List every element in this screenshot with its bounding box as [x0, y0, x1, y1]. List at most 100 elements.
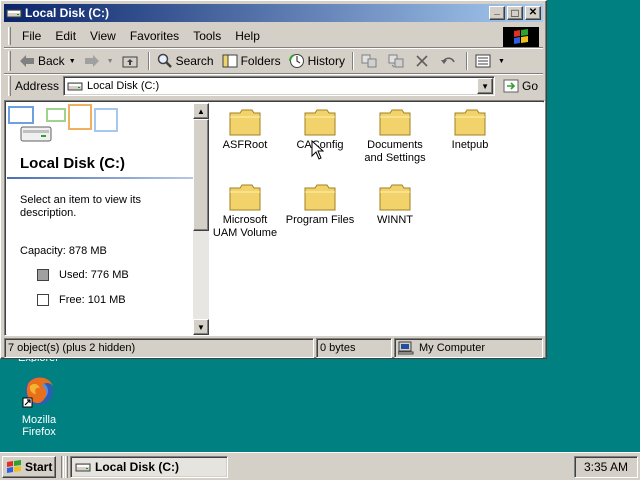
info-pane-scrollbar[interactable]: ▲ ▼ [193, 103, 209, 335]
menu-grip[interactable] [8, 27, 11, 45]
toolbar-separator-3 [465, 52, 468, 70]
firefox-icon [22, 377, 53, 408]
menu-edit[interactable]: Edit [48, 29, 83, 43]
status-zone-text: My Computer [419, 342, 486, 354]
menu-help[interactable]: Help [228, 29, 267, 43]
menu-file[interactable]: File [15, 29, 48, 43]
start-label: Start [25, 460, 53, 474]
maximize-icon: □ [511, 6, 519, 20]
used-swatch [37, 269, 49, 281]
folder-icon [304, 184, 336, 211]
drive-icon [67, 82, 83, 91]
drive-icon [75, 463, 91, 472]
folder-label: Program Files [285, 214, 355, 226]
move-to-icon [361, 54, 377, 68]
maximize-button[interactable]: □ [507, 6, 523, 20]
address-field[interactable]: Local Disk (C:) ▼ [63, 76, 496, 96]
folder-icon [454, 109, 486, 136]
menu-tools[interactable]: Tools [186, 29, 228, 43]
back-label: Back [38, 54, 65, 68]
folder-icon [304, 109, 336, 136]
menu-favorites[interactable]: Favorites [123, 29, 186, 43]
folder-icon [229, 109, 261, 136]
views-icon [475, 54, 491, 68]
folder-program-files[interactable]: Program Files [284, 182, 356, 227]
mouse-cursor-icon [311, 140, 324, 160]
back-button[interactable]: Back ▼ [15, 51, 80, 71]
views-dropdown-icon[interactable]: ▼ [498, 58, 505, 65]
status-bar: 7 object(s) (plus 2 hidden) 0 bytes My C… [4, 338, 543, 358]
drive-banner-icon [8, 104, 118, 142]
address-value: Local Disk (C:) [87, 80, 160, 92]
desktop-icon-label: Mozilla Firefox [21, 414, 57, 438]
search-button[interactable]: Search [153, 51, 218, 71]
up-folder-button[interactable] [118, 51, 145, 71]
capacity-text: Capacity: 878 MB [20, 245, 107, 257]
move-to-button[interactable] [357, 51, 384, 71]
delete-button[interactable] [411, 51, 436, 71]
folder-icon [379, 184, 411, 211]
folder-winnt[interactable]: WINNT [359, 182, 431, 227]
info-pane-rule [7, 177, 193, 179]
folders-button[interactable]: Folders [218, 51, 285, 71]
window-title: Local Disk (C:) [25, 6, 110, 20]
desktop-icon-firefox[interactable]: Mozilla Firefox [4, 374, 74, 438]
free-text: Free: 101 MB [59, 294, 126, 306]
folder-microsoft-uam-volume[interactable]: Microsoft UAM Volume [209, 182, 281, 240]
taskbar-task-local-disk[interactable]: Local Disk (C:) [70, 456, 228, 478]
windows-logo-icon [7, 460, 21, 473]
history-button[interactable]: History [285, 51, 349, 71]
address-bar: Address Local Disk (C:) ▼ Go [4, 75, 543, 97]
folder-documents-and-settings[interactable]: Documents and Settings [359, 107, 431, 165]
task-label: Local Disk (C:) [95, 460, 180, 474]
copy-to-icon [388, 54, 404, 68]
toolbar-grip[interactable] [8, 51, 11, 71]
scroll-up-button[interactable]: ▲ [193, 103, 209, 119]
folder-label: WINNT [376, 214, 414, 226]
go-button[interactable]: Go [503, 79, 538, 93]
system-tray-clock[interactable]: 3:35 AM [574, 456, 638, 478]
scroll-down-button[interactable]: ▼ [193, 319, 209, 335]
status-zone: My Computer [394, 338, 543, 358]
address-grip[interactable] [8, 76, 11, 96]
chevron-down-icon: ▼ [481, 81, 489, 91]
standard-toolbar: Back ▼ ▼ Search Folders History ▼ [4, 49, 543, 73]
taskbar-separator [61, 456, 64, 478]
minimize-button[interactable]: _ [489, 6, 505, 20]
close-button[interactable]: ✕ [525, 6, 541, 20]
file-list-pane: ASFRoot CAConfig Documents and Settings … [209, 103, 544, 335]
my-computer-icon [398, 341, 414, 355]
taskbar-grip[interactable] [65, 456, 68, 478]
folder-label: Documents and Settings [364, 139, 426, 164]
go-label: Go [522, 79, 539, 93]
search-label: Search [175, 54, 214, 68]
back-dropdown-icon[interactable]: ▼ [69, 58, 76, 65]
title-bar[interactable]: Local Disk (C:) _ □ ✕ [4, 4, 543, 22]
folder-icon [379, 109, 411, 136]
folder-asfroot[interactable]: ASFRoot [209, 107, 281, 152]
used-text: Used: 776 MB [59, 269, 129, 281]
folder-inetpub[interactable]: Inetpub [434, 107, 506, 152]
info-pane: Local Disk (C:) Select an item to view i… [7, 103, 193, 335]
scroll-up-icon: ▲ [197, 106, 205, 116]
drive-icon [6, 9, 22, 18]
folders-label: Folders [240, 54, 281, 68]
up-folder-icon [122, 56, 138, 68]
scroll-thumb[interactable] [193, 119, 209, 231]
go-arrow-icon [503, 79, 519, 93]
toolbar-separator [147, 52, 150, 70]
folder-label: ASFRoot [222, 139, 268, 151]
views-button[interactable]: ▼ [471, 51, 509, 71]
history-label: History [307, 54, 345, 68]
forward-dropdown-icon[interactable]: ▼ [107, 58, 114, 65]
start-button[interactable]: Start [2, 456, 56, 478]
back-arrow-icon [20, 55, 34, 67]
undo-button[interactable] [436, 51, 463, 71]
history-icon [288, 54, 304, 68]
menu-view[interactable]: View [83, 29, 123, 43]
forward-button[interactable]: ▼ [80, 51, 118, 71]
forward-arrow-icon [84, 55, 99, 67]
close-icon: ✕ [528, 7, 538, 18]
address-dropdown-button[interactable]: ▼ [477, 78, 494, 94]
copy-to-button[interactable] [384, 51, 411, 71]
